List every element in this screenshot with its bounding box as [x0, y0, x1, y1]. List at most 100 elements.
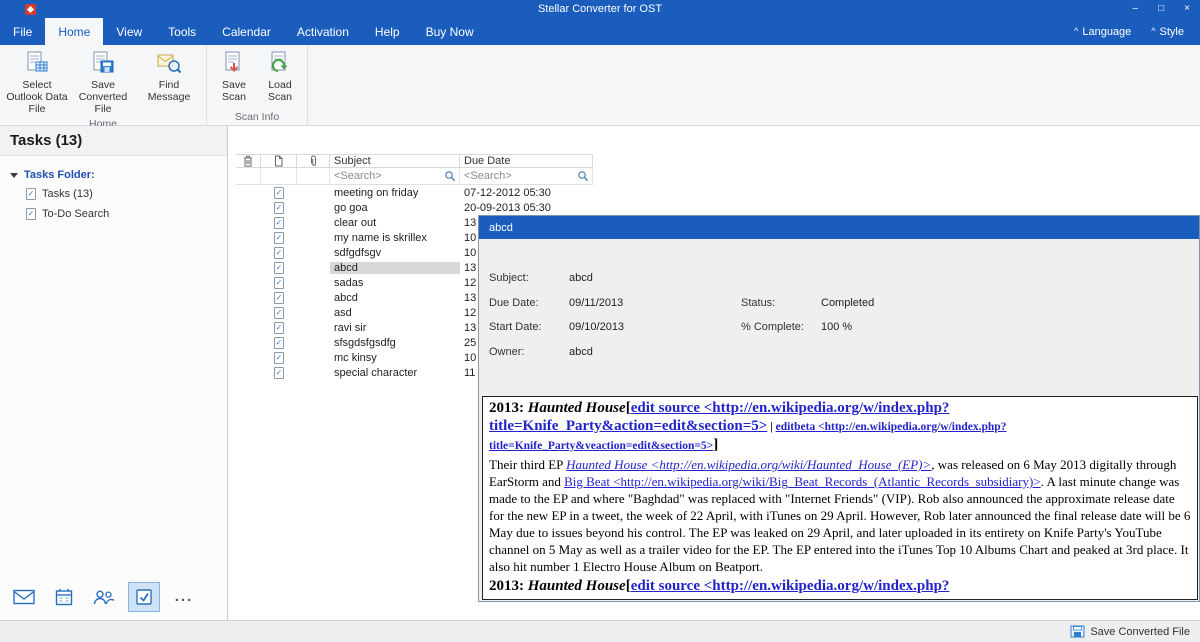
- load-scan-button[interactable]: Load Scan: [258, 48, 302, 103]
- calendar-view-button[interactable]: [48, 582, 80, 612]
- tasks-folder-icon: ✓: [26, 188, 36, 200]
- task-subject[interactable]: special character: [330, 367, 460, 379]
- tab-file[interactable]: File: [0, 18, 45, 45]
- task-subject[interactable]: abcd: [330, 262, 460, 274]
- task-subject[interactable]: asd: [330, 307, 460, 319]
- window-title: Stellar Converter for OST: [0, 3, 1200, 15]
- tab-view[interactable]: View: [103, 18, 155, 45]
- due-date-column-header[interactable]: Due Date: [460, 155, 593, 167]
- task-item-icon: ✓: [274, 307, 284, 319]
- wiki-link[interactable]: Big Beat <http://en.wikipedia.org/wiki/B…: [564, 474, 1041, 489]
- sidebar-item-todo-search[interactable]: ✓ To-Do Search: [10, 204, 227, 224]
- dialog-titlebar[interactable]: abcd: [479, 216, 1199, 239]
- sidebar-header: Tasks (13): [0, 126, 227, 156]
- save-converted-file-status-button[interactable]: Save Converted File: [1090, 626, 1190, 638]
- titlebar: Stellar Converter for OST – □ ×: [0, 0, 1200, 18]
- text-run: . A last minute change was made to the E…: [489, 474, 1190, 574]
- dialog-fields: Subject: abcd Due Date: 09/11/2013 Statu…: [479, 239, 1199, 395]
- task-subject[interactable]: clear out: [330, 217, 460, 229]
- save-scan-button[interactable]: Save Scan: [212, 48, 256, 103]
- style-label: Style: [1160, 26, 1184, 38]
- tab-tools[interactable]: Tools: [155, 18, 209, 45]
- text-run: Their third EP: [489, 457, 566, 472]
- task-subject[interactable]: abcd: [330, 292, 460, 304]
- sidebar-footer: ...: [8, 582, 200, 612]
- task-item-icon: ✓: [274, 277, 284, 289]
- task-item-icon: ✓: [274, 232, 284, 244]
- table-header: Subject Due Date: [236, 154, 593, 168]
- percent-complete-field-label: % Complete:: [741, 321, 804, 333]
- task-subject[interactable]: sadas: [330, 277, 460, 289]
- sidebar-item-tasks[interactable]: ✓ Tasks (13): [10, 184, 227, 204]
- tab-home[interactable]: Home: [45, 18, 103, 45]
- task-subject[interactable]: meeting on friday: [330, 187, 460, 199]
- button-label: Save Scan: [212, 79, 256, 103]
- menubar: File Home View Tools Calendar Activation…: [0, 18, 1200, 45]
- tasks-view-button[interactable]: [128, 582, 160, 612]
- subject-column-header[interactable]: Subject: [330, 155, 460, 167]
- task-due-date: 20-09-2013 05:30: [460, 202, 593, 214]
- task-subject[interactable]: sfsgdsfgsdfg: [330, 337, 460, 349]
- task-item-icon: ✓: [274, 367, 284, 379]
- tree-label: To-Do Search: [42, 208, 109, 220]
- close-icon[interactable]: ×: [1184, 0, 1190, 18]
- paperclip-icon: [309, 155, 318, 168]
- ribbon: Select Outlook Data File Save Converted …: [0, 45, 1200, 126]
- save-converted-file-button[interactable]: Save Converted File: [71, 48, 135, 115]
- button-label: Select Outlook Data File: [5, 79, 69, 115]
- more-views-button[interactable]: ...: [168, 582, 200, 612]
- search-icon[interactable]: [577, 170, 589, 182]
- task-item-icon: ✓: [274, 187, 284, 199]
- table-row[interactable]: ✓ meeting on friday 07-12-2012 05:30: [236, 185, 593, 200]
- task-item-icon: ✓: [274, 322, 284, 334]
- task-due-date: 07-12-2012 05:30: [460, 187, 593, 199]
- delete-column-header[interactable]: [236, 155, 261, 167]
- contacts-view-button[interactable]: [88, 582, 120, 612]
- save-converted-file-icon: [90, 50, 116, 76]
- task-detail-dialog: abcd Subject: abcd Due Date: 09/11/2013 …: [478, 215, 1200, 602]
- text-run: ]: [713, 437, 718, 453]
- statusbar: Save Converted File: [0, 620, 1200, 642]
- search-placeholder: <Search>: [334, 170, 382, 182]
- tab-calendar[interactable]: Calendar: [209, 18, 284, 45]
- status-field-label: Status:: [741, 297, 775, 309]
- mail-view-button[interactable]: [8, 582, 40, 612]
- trash-icon: [243, 155, 253, 167]
- attachment-column-header[interactable]: [297, 155, 330, 167]
- tab-help[interactable]: Help: [362, 18, 413, 45]
- tree-label: Tasks (13): [42, 188, 93, 200]
- button-label: Find Message: [137, 79, 201, 103]
- task-subject[interactable]: ravi sir: [330, 322, 460, 334]
- start-date-field-value: 09/10/2013: [569, 321, 624, 333]
- search-icon[interactable]: [444, 170, 456, 182]
- task-subject[interactable]: mc kinsy: [330, 352, 460, 364]
- dialog-title: abcd: [489, 222, 513, 234]
- wiki-link[interactable]: Haunted House <http://en.wikipedia.org/w…: [566, 457, 931, 472]
- due-date-search-input[interactable]: <Search>: [460, 168, 593, 184]
- task-subject[interactable]: go goa: [330, 202, 460, 214]
- tab-activation[interactable]: Activation: [284, 18, 362, 45]
- find-message-button[interactable]: Find Message: [137, 48, 201, 115]
- tab-buy-now[interactable]: Buy Now: [413, 18, 487, 45]
- select-outlook-data-file-button[interactable]: Select Outlook Data File: [5, 48, 69, 115]
- task-subject[interactable]: sdfgdfsgv: [330, 247, 460, 259]
- search-row: <Search> <Search>: [236, 168, 593, 185]
- owner-field-value: abcd: [569, 346, 593, 358]
- sidebar-item-tasks-folder[interactable]: Tasks Folder:: [10, 166, 227, 184]
- expander-icon[interactable]: [10, 173, 18, 178]
- body-paragraph: Their third EP Haunted House <http://en.…: [489, 456, 1191, 575]
- text-run: Haunted House: [528, 578, 626, 594]
- percent-complete-field-value: 100 %: [821, 321, 852, 333]
- minimize-icon[interactable]: –: [1133, 0, 1139, 18]
- body-heading-2: 2013: Haunted House[edit source <http://…: [489, 577, 1191, 595]
- wiki-link[interactable]: edit source <http://en.wikipedia.org/w/i…: [631, 578, 950, 594]
- subject-search-input[interactable]: <Search>: [330, 168, 460, 184]
- maximize-icon[interactable]: □: [1158, 0, 1164, 18]
- style-menu[interactable]: ^ Style: [1151, 26, 1184, 38]
- table-row[interactable]: ✓ go goa 20-09-2013 05:30: [236, 200, 593, 215]
- item-type-column-header[interactable]: [261, 155, 297, 167]
- task-subject[interactable]: my name is skrillex: [330, 232, 460, 244]
- status-field-value: Completed: [821, 297, 874, 309]
- subject-field-label: Subject:: [489, 272, 529, 284]
- language-menu[interactable]: ^ Language: [1074, 26, 1131, 38]
